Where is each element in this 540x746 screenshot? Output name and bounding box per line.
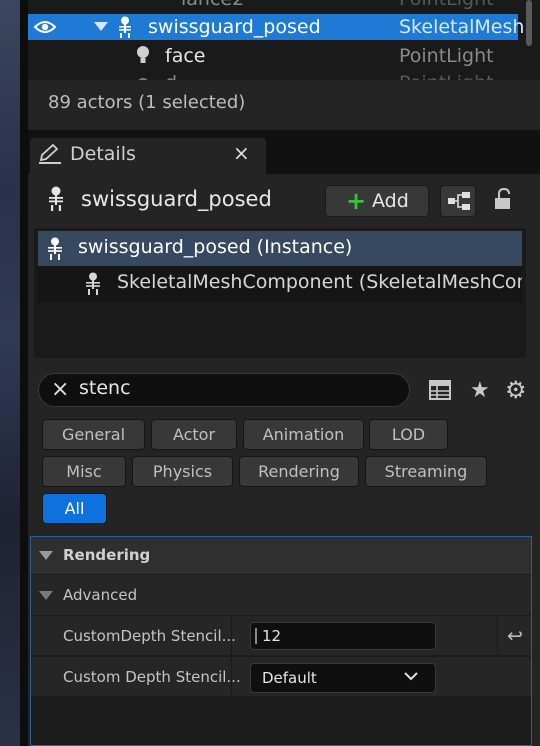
lock-icon[interactable] [494, 188, 514, 210]
write-mask-dropdown[interactable]: Default [250, 663, 436, 693]
filter-streaming[interactable]: Streaming [365, 456, 487, 487]
tab-details[interactable]: Details × [30, 138, 266, 174]
divider [497, 616, 498, 656]
category-title: Rendering [63, 546, 151, 564]
outliner-row-type: PointLight [399, 70, 494, 80]
search-input[interactable] [79, 377, 379, 399]
collapse-arrow-icon [39, 551, 53, 560]
skeleton-icon [119, 16, 131, 38]
skeleton-icon [48, 237, 62, 260]
reset-to-default-icon[interactable]: ↩ [507, 625, 523, 647]
outliner-status-bar: 89 actors (1 selected) [28, 80, 540, 130]
dropdown-value: Default [262, 669, 317, 687]
convert-to-blueprint-button[interactable] [440, 185, 476, 217]
skeleton-icon [49, 186, 63, 211]
outliner-row-type: PointLight [399, 0, 494, 12]
component-label: SkeletalMeshComponent (SkeletalMeshCompo… [117, 271, 522, 293]
point-light-icon [156, 0, 170, 2]
eye-icon[interactable] [34, 19, 56, 35]
plus-icon: + [346, 187, 367, 215]
table-view-icon[interactable] [429, 380, 451, 400]
component-label: swissguard_posed (Instance) [78, 236, 353, 258]
close-icon[interactable]: × [51, 378, 69, 402]
skeleton-icon [86, 272, 100, 295]
filter-all[interactable]: All [42, 493, 107, 524]
column-splitter[interactable] [231, 616, 232, 656]
tab-title: Details [70, 143, 136, 165]
outliner-row-name: swissguard_posed [148, 16, 321, 38]
property-name: CustomDepth Stencil... [63, 627, 236, 645]
viewport-edge [0, 0, 20, 746]
pencil-icon [39, 144, 61, 164]
blueprint-icon [448, 192, 470, 210]
column-splitter[interactable] [231, 657, 232, 697]
outliner-row-type: SkeletalMesh [399, 16, 525, 38]
details-search[interactable]: × [38, 373, 410, 407]
outliner-row-name: d... [165, 70, 195, 80]
panel-splitter[interactable] [20, 0, 28, 746]
advanced-subcategory-header[interactable]: Advanced [31, 575, 531, 615]
rendering-category-header[interactable]: Rendering [31, 537, 531, 574]
outliner-scrollbar[interactable] [526, 0, 532, 46]
expand-arrow-icon[interactable] [94, 22, 108, 32]
outliner-row-selected[interactable]: swissguard_posed SkeletalMesh [28, 14, 524, 40]
property-section: Rendering Advanced CustomDepth Stencil..… [30, 536, 532, 746]
outliner-row-name: lance2 [181, 0, 244, 12]
actor-name: swissguard_posed [81, 187, 272, 211]
property-name: Custom Depth Stencil... [63, 668, 241, 686]
outliner-row[interactable]: lance2 PointLight [28, 0, 518, 12]
actor-count: 89 actors (1 selected) [48, 92, 246, 113]
filter-rendering[interactable]: Rendering [239, 456, 359, 487]
add-component-button[interactable]: + Add [325, 185, 429, 217]
details-tab-strip: Details × [28, 130, 540, 174]
property-row-custom-depth-stencil-write-mask: Custom Depth Stencil... Default [31, 656, 531, 697]
collapse-arrow-icon [39, 591, 53, 600]
component-row-skeletal-mesh[interactable]: SkeletalMeshComponent (SkeletalMeshCompo… [38, 266, 522, 302]
stencil-value-input[interactable]: 12 [250, 622, 436, 650]
outliner-row-type: PointLight [399, 45, 494, 67]
filter-actor[interactable]: Actor [151, 419, 237, 450]
filter-lod[interactable]: LOD [369, 419, 448, 450]
point-light-icon [137, 46, 149, 63]
subcategory-title: Advanced [63, 586, 138, 604]
world-outliner: lance2 PointLight swissguard_posed Skele… [28, 0, 540, 80]
filter-general[interactable]: General [42, 419, 145, 450]
filter-animation[interactable]: Animation [243, 419, 364, 450]
outliner-row[interactable]: face PointLight [28, 43, 518, 69]
outliner-row[interactable]: d... PointLight [28, 70, 518, 80]
add-label: Add [372, 190, 409, 212]
component-row-instance[interactable]: swissguard_posed (Instance) [38, 231, 522, 266]
outliner-row-name: face [165, 45, 206, 67]
close-icon[interactable]: × [233, 141, 250, 165]
details-panel: swissguard_posed + Add swissguard_posed … [28, 174, 540, 746]
star-icon[interactable]: ★ [470, 378, 490, 403]
property-row-custom-depth-stencil-value: CustomDepth Stencil... 12 ↩ [31, 615, 531, 656]
components-tree: swissguard_posed (Instance) SkeletalMesh… [34, 228, 526, 358]
chevron-down-icon [404, 672, 418, 681]
gear-icon[interactable]: ⚙ [505, 376, 527, 404]
filter-misc[interactable]: Misc [42, 456, 126, 487]
filter-physics[interactable]: Physics [132, 456, 233, 487]
